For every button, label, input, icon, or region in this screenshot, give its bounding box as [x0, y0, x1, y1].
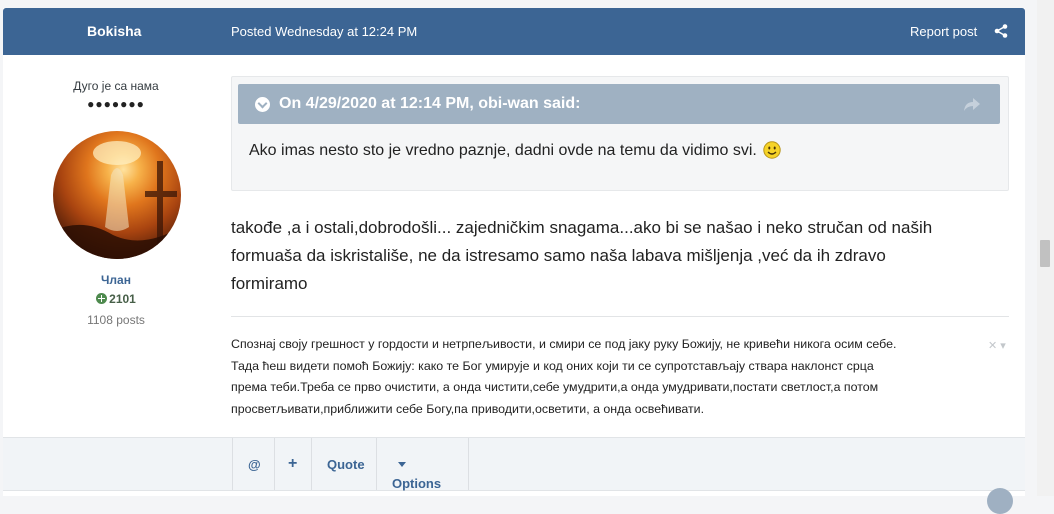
- share-icon[interactable]: [994, 24, 1008, 38]
- reputation-count: 2101: [109, 292, 136, 306]
- signature-controls[interactable]: ✕ ▾: [988, 339, 1006, 352]
- avatar[interactable]: [53, 131, 181, 259]
- plus-circle-icon: [96, 293, 108, 304]
- quote-block: On 4/29/2020 at 12:14 PM, obi-wan said: …: [231, 76, 1009, 191]
- rank-pips: ●●●●●●●: [87, 97, 145, 111]
- close-icon[interactable]: ✕: [988, 340, 997, 352]
- quote-button-label: Quote: [327, 457, 365, 472]
- multiquote-button[interactable]: +: [274, 438, 312, 490]
- caret-down-icon: [398, 462, 406, 467]
- scroll-to-top-button[interactable]: [987, 488, 1013, 514]
- signature-divider: [231, 316, 1009, 317]
- signature-line: Спознај своју грешност у гордости и нетр…: [231, 337, 897, 351]
- report-post-link[interactable]: Report post: [910, 24, 977, 39]
- quote-citation-text: On 4/29/2020 at 12:14 PM, obi-wan said:: [279, 95, 581, 112]
- mention-button-label: @: [248, 457, 261, 472]
- author-panel: Дуго је са нама ●●●●●●● Члан 2101 1108 p…: [3, 55, 229, 438]
- post-body: takođe ,a i ostali,dobrodošli... zajedni…: [231, 214, 1009, 298]
- mention-button[interactable]: @: [232, 438, 275, 490]
- page-scrollbar[interactable]: [1037, 0, 1054, 496]
- quote-text: Ako imas nesto sto je vredno paznje, dad…: [249, 141, 781, 160]
- signature-line: просветљивати,приближити себе Богу,па пр…: [231, 402, 705, 417]
- post-body-line: formiramo: [231, 274, 308, 293]
- rank-title: Дуго је са нама: [73, 79, 159, 93]
- member-group: Члан: [101, 273, 131, 287]
- quote-text-content: Ako imas nesto sto je vredno paznje, dad…: [249, 142, 757, 159]
- post-body-line: takođe ,a i ostali,dobrodošli... zajedni…: [231, 218, 933, 237]
- posted-date[interactable]: Posted Wednesday at 12:24 PM: [231, 24, 417, 39]
- post-header: Bokisha Posted Wednesday at 12:24 PM Rep…: [3, 8, 1025, 55]
- chevron-down-icon[interactable]: ▾: [1000, 340, 1006, 352]
- plus-icon: +: [288, 455, 298, 472]
- chevron-down-icon[interactable]: [255, 97, 270, 112]
- quote-citation[interactable]: On 4/29/2020 at 12:14 PM, obi-wan said:: [238, 84, 1000, 124]
- share-arrow-icon[interactable]: [963, 95, 981, 113]
- avatar-image: [53, 141, 181, 259]
- forum-post: Bokisha Posted Wednesday at 12:24 PM Rep…: [3, 8, 1025, 496]
- scrollbar-thumb[interactable]: [1040, 240, 1050, 267]
- options-button-label: Options: [392, 476, 442, 491]
- smiley-icon: [763, 141, 781, 159]
- signature-line: Тада ћеш видети помоћ Божију: како те Бо…: [231, 358, 874, 373]
- quote-button[interactable]: Quote: [311, 438, 377, 490]
- post-body-line: formuaša da iskristališe, ne da istresam…: [231, 246, 886, 265]
- controls-divider: [468, 438, 469, 490]
- post-count: 1108 posts: [87, 313, 145, 327]
- signature: Спознај своју грешност у гордости и нетр…: [231, 334, 983, 421]
- options-menu-button[interactable]: Options: [376, 438, 469, 491]
- signature-line: према теби.Треба се прво очистити, а онд…: [231, 380, 879, 395]
- reputation-badge: 2101: [3, 292, 229, 306]
- post-controls: @ + Quote Options: [3, 437, 1025, 491]
- author-name-link[interactable]: Bokisha: [87, 23, 141, 39]
